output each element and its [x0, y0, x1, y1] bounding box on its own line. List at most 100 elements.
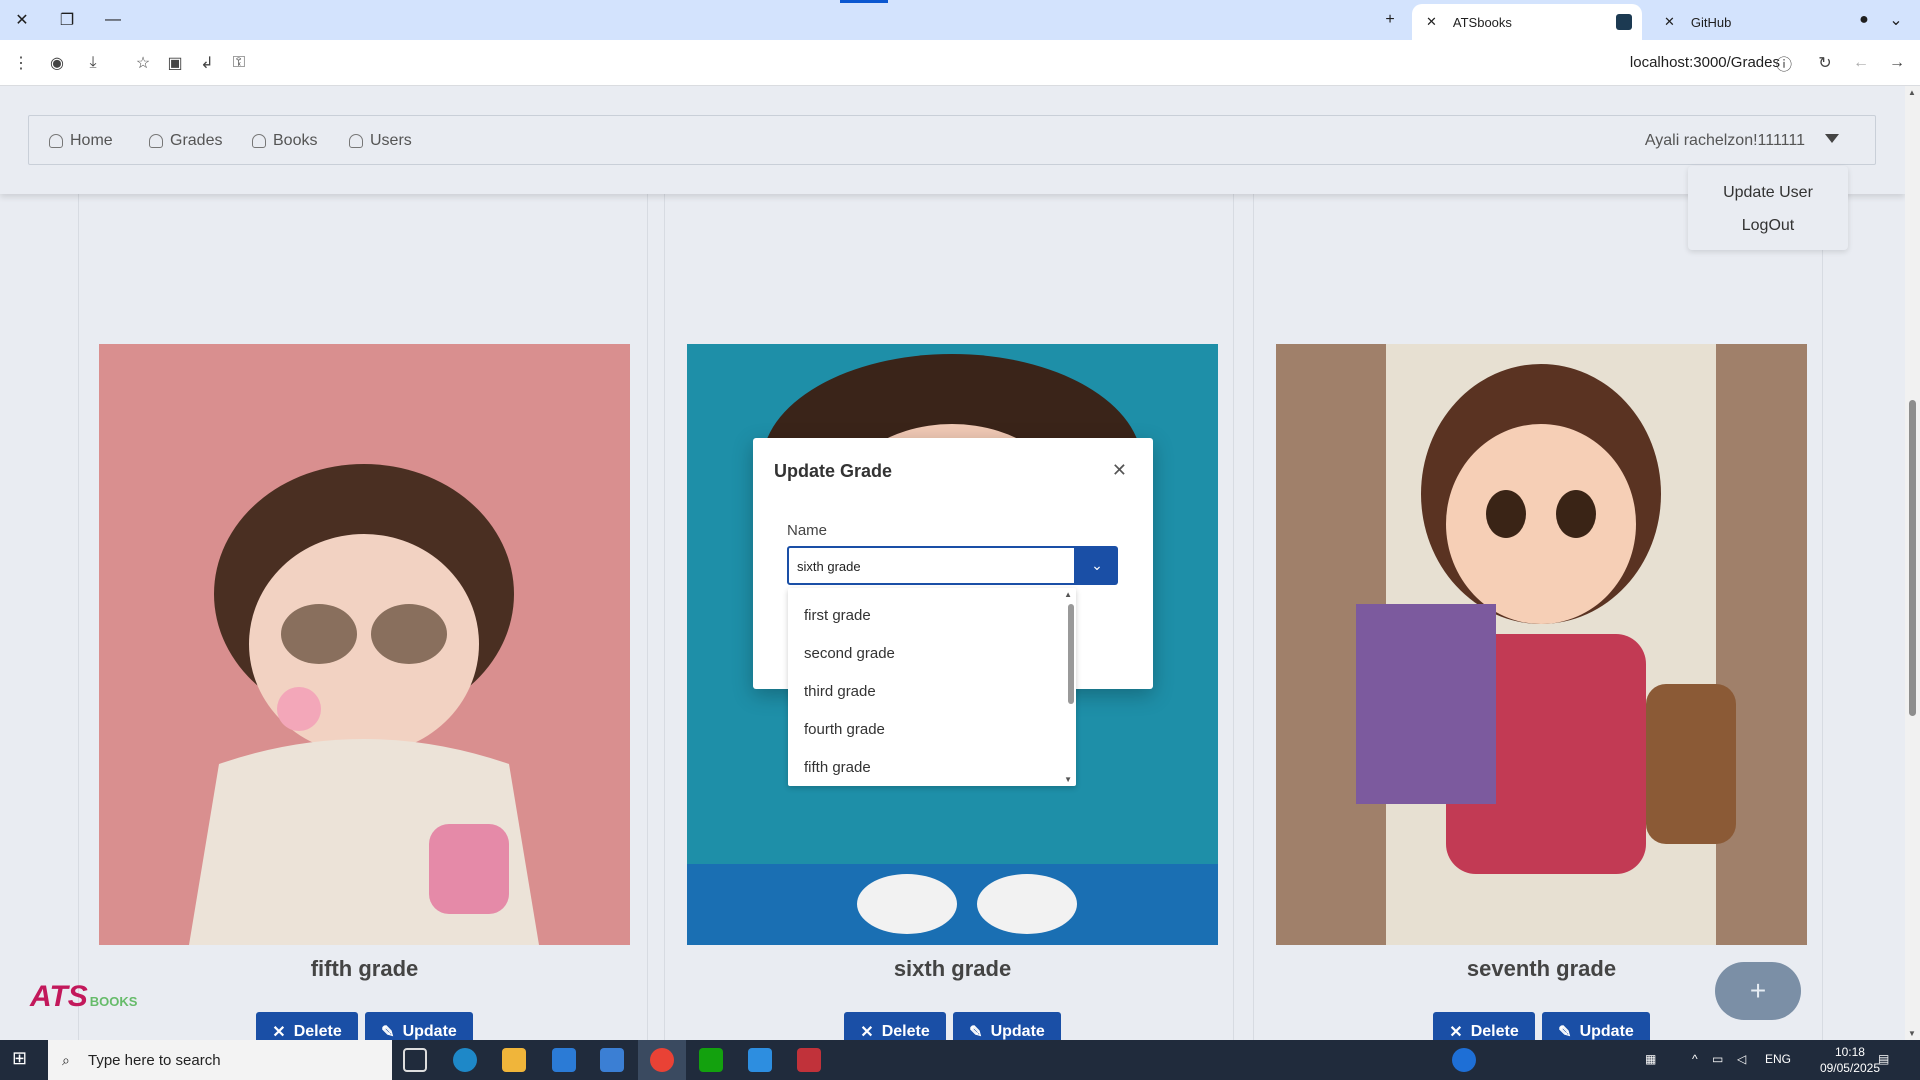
close-tab-icon[interactable]: ✕ [1664, 14, 1675, 30]
time: 10:18 [1834, 1045, 1865, 1059]
scroll-down-icon[interactable]: ▼ [1064, 775, 1072, 784]
update-button[interactable]: ✎ Update [953, 1012, 1061, 1040]
address-bar[interactable]: localhost:3000/Grades [1630, 54, 1780, 71]
delete-button[interactable]: ✕ Delete [256, 1012, 358, 1040]
github-icon[interactable]: ● [1852, 8, 1876, 32]
scroll-down-icon[interactable]: ▼ [1908, 1029, 1916, 1038]
delete-label: Delete [293, 1023, 342, 1040]
show-hidden-icon[interactable]: ^ [1692, 1052, 1698, 1066]
x-icon: ✕ [272, 1024, 286, 1040]
scroll-up-icon[interactable]: ▲ [1908, 88, 1916, 97]
person-icon [349, 134, 363, 148]
notifications-icon[interactable]: ▤ [1878, 1052, 1889, 1066]
taskbar: ⊞ ⌕ Type here to search ▦ ^ ▭ ◁ ENG 10:1… [0, 1040, 1920, 1080]
card-title: fifth grade [310, 956, 419, 981]
logo: ATS BOOKS [30, 980, 137, 1014]
grade-name-input[interactable]: sixth grade [787, 546, 1076, 585]
password-key-icon[interactable]: ⚿ [227, 51, 251, 75]
tab-search-icon[interactable]: ⌄ [1884, 8, 1908, 32]
nav-users[interactable]: Users [349, 132, 412, 150]
chrome-icon[interactable] [650, 1048, 674, 1072]
tab-indicator [840, 0, 888, 3]
scroll-thumb[interactable] [1909, 400, 1916, 716]
grade-card: fifth grade ✕ Delete ✎ Update [78, 194, 648, 1040]
restore-window-icon[interactable]: ❐ [55, 8, 79, 32]
nav-home[interactable]: Home [49, 132, 113, 150]
update-button[interactable]: ✎ Update [365, 1012, 473, 1040]
list-scroll-thumb[interactable] [1068, 604, 1074, 704]
update-label: Update [990, 1023, 1045, 1040]
add-grade-button[interactable]: + [1715, 962, 1801, 1020]
taskbar-search[interactable]: ⌕ Type here to search [48, 1040, 392, 1080]
close-tab-icon[interactable]: ✕ [1426, 14, 1437, 30]
option-item[interactable]: third grade [804, 683, 876, 700]
reload-icon[interactable]: ↻ [1813, 51, 1837, 75]
chevron-down-icon[interactable]: ⌄ [1076, 546, 1118, 585]
option-item[interactable]: second grade [804, 645, 895, 662]
chevron-down-icon[interactable] [1825, 134, 1839, 143]
delete-button[interactable]: ✕ Delete [844, 1012, 946, 1040]
profile-icon[interactable]: ◉ [45, 51, 69, 75]
nav-books[interactable]: Books [252, 132, 317, 150]
pycharm-icon[interactable] [699, 1048, 723, 1072]
home-icon [49, 134, 63, 148]
forward-icon[interactable]: → [1885, 51, 1909, 75]
clock[interactable]: 10:18 09/05/2025 [1820, 1044, 1880, 1076]
tab-atsbooks[interactable]: ✕ ATSbooks [1412, 4, 1642, 40]
download-icon[interactable]: ⤓ [81, 51, 105, 75]
language-indicator[interactable]: ENG [1765, 1052, 1791, 1066]
update-button[interactable]: ✎ Update [1542, 1012, 1650, 1040]
dialog-title: Update Grade [774, 461, 893, 481]
user-menu: Update User LogOut [1688, 166, 1848, 250]
option-item[interactable]: fifth grade [804, 759, 871, 776]
pencil-icon: ✎ [1558, 1024, 1572, 1040]
delete-label: Delete [881, 1023, 930, 1040]
keyboard-icon[interactable]: ▦ [1645, 1052, 1656, 1066]
nav-label: Home [70, 132, 113, 149]
mail-icon[interactable] [600, 1048, 624, 1072]
tab-github[interactable]: ✕ GitHub [1650, 4, 1850, 40]
menu-dots-icon[interactable]: ⋮ [9, 51, 33, 75]
nav-grades[interactable]: Grades [149, 132, 222, 150]
scroll-up-icon[interactable]: ▲ [1064, 590, 1072, 599]
page-scrollbar[interactable]: ▲ ▼ [1905, 86, 1920, 1040]
task-view-icon[interactable] [403, 1048, 427, 1072]
back-icon[interactable]: ← [1849, 51, 1873, 75]
search-icon: ⌕ [62, 1052, 70, 1068]
network-icon[interactable]: ▭ [1712, 1052, 1723, 1066]
bookmark-star-icon[interactable]: ☆ [131, 51, 155, 75]
user-name[interactable]: Ayali rachelzon!111111 [1645, 132, 1805, 150]
app-icon[interactable] [797, 1048, 821, 1072]
pencil-icon: ✎ [381, 1024, 395, 1040]
logo-text: ATS [30, 980, 88, 1013]
update-label: Update [1579, 1023, 1634, 1040]
person-icon [252, 134, 266, 148]
close-icon[interactable]: ✕ [1112, 460, 1127, 481]
site-info-icon[interactable]: ⓘ [1772, 51, 1796, 75]
volume-icon[interactable]: ◁ [1737, 1052, 1746, 1066]
nav-label: Books [273, 132, 318, 149]
store-icon[interactable] [552, 1048, 576, 1072]
menu-logout[interactable]: LogOut [1688, 217, 1848, 235]
option-item[interactable]: first grade [804, 607, 871, 624]
close-window-icon[interactable]: ✕ [10, 8, 34, 32]
new-tab-icon[interactable]: + [1378, 8, 1402, 32]
tab-label: ATSbooks [1452, 14, 1512, 30]
menu-update-user[interactable]: Update User [1688, 184, 1848, 202]
help-icon[interactable] [1452, 1048, 1476, 1072]
update-label: Update [402, 1023, 457, 1040]
minimize-window-icon[interactable]: — [101, 8, 125, 32]
grade-options-list: ▲ first grade second grade third grade f… [788, 588, 1076, 786]
delete-button[interactable]: ✕ Delete [1433, 1012, 1535, 1040]
option-item[interactable]: fourth grade [804, 721, 885, 738]
screenshot-icon[interactable]: ▣ [163, 51, 187, 75]
tab-label: GitHub [1690, 14, 1732, 30]
card-image [99, 344, 630, 945]
edge-icon[interactable] [453, 1048, 477, 1072]
send-tab-icon[interactable]: ↲ [195, 51, 219, 75]
windows-start-icon[interactable]: ⊞ [12, 1048, 36, 1072]
card-image [1276, 344, 1807, 945]
x-icon: ✕ [860, 1024, 874, 1040]
file-explorer-icon[interactable] [502, 1048, 526, 1072]
vscode-icon[interactable] [748, 1048, 772, 1072]
